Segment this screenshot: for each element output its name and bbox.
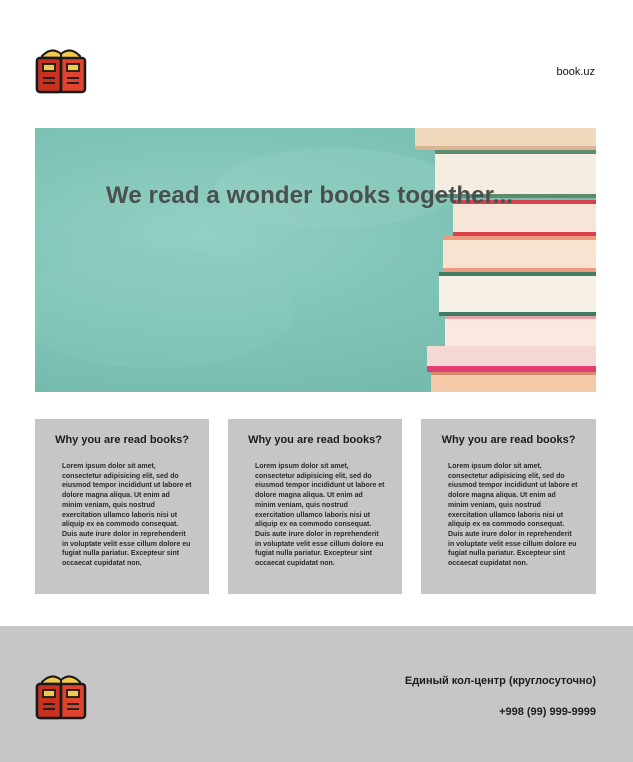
card-title: Why you are read books? <box>441 434 576 446</box>
card-title: Why you are read books? <box>248 434 382 446</box>
card-text: Lorem ipsum dolor sit amet, consectetur … <box>448 463 578 568</box>
feature-cards: Why you are read books? Lorem ipsum dolo… <box>35 419 596 594</box>
book-stack-image <box>35 128 596 392</box>
hero-title: We read a wonder books together... <box>106 182 514 209</box>
site-link[interactable]: book.uz <box>556 66 595 78</box>
open-book-icon[interactable] <box>34 668 88 722</box>
phone-number[interactable]: +998 (99) 999-9999 <box>499 706 596 718</box>
feature-card: Why you are read books? Lorem ipsum dolo… <box>35 419 209 594</box>
site-footer: Единый кол-центр (круглосуточно) +998 (9… <box>0 626 633 762</box>
open-book-icon[interactable] <box>34 42 88 96</box>
card-text: Lorem ipsum dolor sit amet, consectetur … <box>255 463 385 568</box>
feature-card: Why you are read books? Lorem ipsum dolo… <box>421 419 596 594</box>
card-text: Lorem ipsum dolor sit amet, consectetur … <box>62 463 192 568</box>
site-header: book.uz <box>0 0 633 128</box>
card-title: Why you are read books? <box>55 434 189 446</box>
callcenter-label: Единый кол-центр (круглосуточно) <box>404 675 596 687</box>
hero-banner: We read a wonder books together... <box>35 128 596 392</box>
feature-card: Why you are read books? Lorem ipsum dolo… <box>228 419 402 594</box>
